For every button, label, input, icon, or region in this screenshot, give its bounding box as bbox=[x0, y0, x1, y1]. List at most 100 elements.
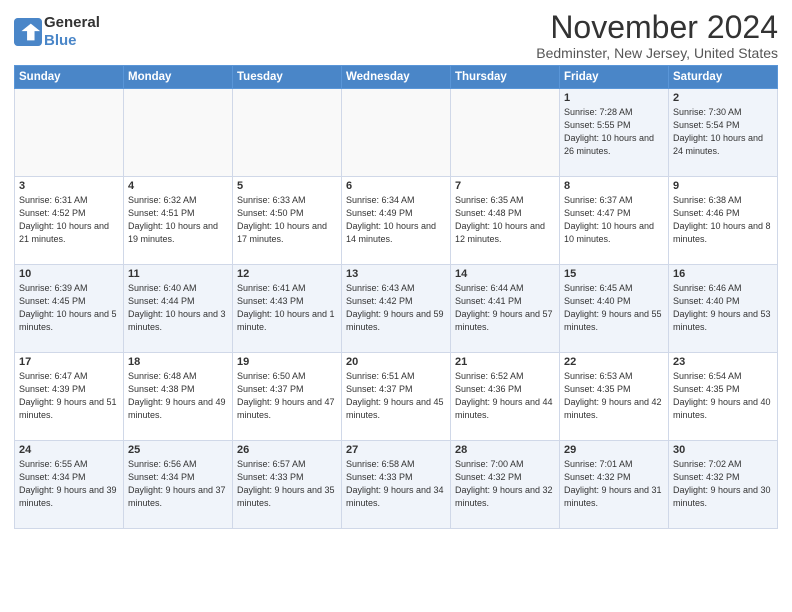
day-info: Sunrise: 6:54 AM Sunset: 4:35 PM Dayligh… bbox=[673, 370, 773, 422]
day-number: 28 bbox=[455, 444, 555, 456]
day-number: 21 bbox=[455, 356, 555, 368]
calendar-cell bbox=[233, 89, 342, 177]
day-number: 4 bbox=[128, 180, 228, 192]
day-info: Sunrise: 6:38 AM Sunset: 4:46 PM Dayligh… bbox=[673, 194, 773, 246]
calendar-cell: 17 Sunrise: 6:47 AM Sunset: 4:39 PM Dayli… bbox=[15, 353, 124, 441]
day-info: Sunrise: 6:46 AM Sunset: 4:40 PM Dayligh… bbox=[673, 282, 773, 334]
col-sunday: Sunday bbox=[15, 66, 124, 89]
day-number: 25 bbox=[128, 444, 228, 456]
day-info: Sunrise: 6:43 AM Sunset: 4:42 PM Dayligh… bbox=[346, 282, 446, 334]
day-info: Sunrise: 6:52 AM Sunset: 4:36 PM Dayligh… bbox=[455, 370, 555, 422]
calendar-cell: 4 Sunrise: 6:32 AM Sunset: 4:51 PM Daylig… bbox=[124, 177, 233, 265]
day-number: 12 bbox=[237, 268, 337, 280]
calendar-cell: 23 Sunrise: 6:54 AM Sunset: 4:35 PM Dayli… bbox=[669, 353, 778, 441]
day-info: Sunrise: 7:01 AM Sunset: 4:32 PM Dayligh… bbox=[564, 458, 664, 510]
day-info: Sunrise: 6:41 AM Sunset: 4:43 PM Dayligh… bbox=[237, 282, 337, 334]
day-number: 22 bbox=[564, 356, 664, 368]
calendar-header-row: Sunday Monday Tuesday Wednesday Thursday… bbox=[15, 66, 778, 89]
calendar-table: Sunday Monday Tuesday Wednesday Thursday… bbox=[14, 65, 778, 529]
day-info: Sunrise: 6:55 AM Sunset: 4:34 PM Dayligh… bbox=[19, 458, 119, 510]
day-info: Sunrise: 6:53 AM Sunset: 4:35 PM Dayligh… bbox=[564, 370, 664, 422]
calendar-week-2: 3Sunrise: 6:31 AM Sunset: 4:52 PM Daylig… bbox=[15, 177, 778, 265]
day-info: Sunrise: 6:40 AM Sunset: 4:44 PM Dayligh… bbox=[128, 282, 228, 334]
day-number: 19 bbox=[237, 356, 337, 368]
day-number: 1 bbox=[564, 92, 664, 104]
calendar-week-5: 24 Sunrise: 6:55 AM Sunset: 4:34 PM Dayli… bbox=[15, 441, 778, 529]
calendar-cell: 3Sunrise: 6:31 AM Sunset: 4:52 PM Daylig… bbox=[15, 177, 124, 265]
calendar-cell: 21 Sunrise: 6:52 AM Sunset: 4:36 PM Dayli… bbox=[451, 353, 560, 441]
calendar-cell: 19 Sunrise: 6:50 AM Sunset: 4:37 PM Dayli… bbox=[233, 353, 342, 441]
col-saturday: Saturday bbox=[669, 66, 778, 89]
calendar-cell: 27 Sunrise: 6:58 AM Sunset: 4:33 PM Dayli… bbox=[342, 441, 451, 529]
day-number: 29 bbox=[564, 444, 664, 456]
day-number: 30 bbox=[673, 444, 773, 456]
calendar-cell: 7 Sunrise: 6:35 AM Sunset: 4:48 PM Daylig… bbox=[451, 177, 560, 265]
day-number: 26 bbox=[237, 444, 337, 456]
day-number: 7 bbox=[455, 180, 555, 192]
day-number: 14 bbox=[455, 268, 555, 280]
day-number: 16 bbox=[673, 268, 773, 280]
calendar-cell: 20Sunrise: 6:51 AM Sunset: 4:37 PM Dayli… bbox=[342, 353, 451, 441]
calendar-cell: 22 Sunrise: 6:53 AM Sunset: 4:35 PM Dayli… bbox=[560, 353, 669, 441]
day-number: 15 bbox=[564, 268, 664, 280]
logo-text: General Blue bbox=[44, 14, 100, 50]
day-number: 9 bbox=[673, 180, 773, 192]
calendar-cell: 2Sunrise: 7:30 AM Sunset: 5:54 PM Daylig… bbox=[669, 89, 778, 177]
month-title: November 2024 bbox=[536, 10, 778, 45]
day-number: 2 bbox=[673, 92, 773, 104]
day-number: 8 bbox=[564, 180, 664, 192]
day-number: 23 bbox=[673, 356, 773, 368]
logo-icon bbox=[14, 18, 42, 46]
calendar-cell: 13 Sunrise: 6:43 AM Sunset: 4:42 PM Dayli… bbox=[342, 265, 451, 353]
day-info: Sunrise: 6:32 AM Sunset: 4:51 PM Dayligh… bbox=[128, 194, 228, 246]
day-number: 5 bbox=[237, 180, 337, 192]
calendar-cell: 16 Sunrise: 6:46 AM Sunset: 4:40 PM Dayli… bbox=[669, 265, 778, 353]
day-number: 17 bbox=[19, 356, 119, 368]
day-info: Sunrise: 7:28 AM Sunset: 5:55 PM Dayligh… bbox=[564, 106, 664, 158]
col-tuesday: Tuesday bbox=[233, 66, 342, 89]
header: General Blue November 2024 Bedminster, N… bbox=[14, 10, 778, 61]
day-number: 20 bbox=[346, 356, 446, 368]
day-info: Sunrise: 6:58 AM Sunset: 4:33 PM Dayligh… bbox=[346, 458, 446, 510]
calendar-week-3: 10 Sunrise: 6:39 AM Sunset: 4:45 PM Dayli… bbox=[15, 265, 778, 353]
calendar-cell: 14 Sunrise: 6:44 AM Sunset: 4:41 PM Dayli… bbox=[451, 265, 560, 353]
day-number: 27 bbox=[346, 444, 446, 456]
calendar-body: 1 Sunrise: 7:28 AM Sunset: 5:55 PM Daylig… bbox=[15, 89, 778, 529]
calendar-cell: 29 Sunrise: 7:01 AM Sunset: 4:32 PM Dayli… bbox=[560, 441, 669, 529]
calendar-cell: 8 Sunrise: 6:37 AM Sunset: 4:47 PM Daylig… bbox=[560, 177, 669, 265]
calendar-cell: 11 Sunrise: 6:40 AM Sunset: 4:44 PM Dayli… bbox=[124, 265, 233, 353]
day-number: 3 bbox=[19, 180, 119, 192]
day-number: 13 bbox=[346, 268, 446, 280]
day-info: Sunrise: 7:02 AM Sunset: 4:32 PM Dayligh… bbox=[673, 458, 773, 510]
calendar-cell: 24 Sunrise: 6:55 AM Sunset: 4:34 PM Dayli… bbox=[15, 441, 124, 529]
col-friday: Friday bbox=[560, 66, 669, 89]
calendar-cell: 26Sunrise: 6:57 AM Sunset: 4:33 PM Dayli… bbox=[233, 441, 342, 529]
day-info: Sunrise: 6:44 AM Sunset: 4:41 PM Dayligh… bbox=[455, 282, 555, 334]
calendar-week-4: 17 Sunrise: 6:47 AM Sunset: 4:39 PM Dayli… bbox=[15, 353, 778, 441]
day-info: Sunrise: 6:37 AM Sunset: 4:47 PM Dayligh… bbox=[564, 194, 664, 246]
day-number: 24 bbox=[19, 444, 119, 456]
calendar-cell: 10 Sunrise: 6:39 AM Sunset: 4:45 PM Dayli… bbox=[15, 265, 124, 353]
calendar-cell: 6 Sunrise: 6:34 AM Sunset: 4:49 PM Daylig… bbox=[342, 177, 451, 265]
title-block: November 2024 Bedminster, New Jersey, Un… bbox=[536, 10, 778, 61]
day-info: Sunrise: 6:33 AM Sunset: 4:50 PM Dayligh… bbox=[237, 194, 337, 246]
calendar-cell bbox=[15, 89, 124, 177]
logo: General Blue bbox=[14, 14, 100, 50]
day-info: Sunrise: 6:47 AM Sunset: 4:39 PM Dayligh… bbox=[19, 370, 119, 422]
day-info: Sunrise: 6:35 AM Sunset: 4:48 PM Dayligh… bbox=[455, 194, 555, 246]
day-info: Sunrise: 6:50 AM Sunset: 4:37 PM Dayligh… bbox=[237, 370, 337, 422]
day-number: 18 bbox=[128, 356, 228, 368]
day-info: Sunrise: 6:39 AM Sunset: 4:45 PM Dayligh… bbox=[19, 282, 119, 334]
day-number: 10 bbox=[19, 268, 119, 280]
day-number: 11 bbox=[128, 268, 228, 280]
calendar-cell: 25Sunrise: 6:56 AM Sunset: 4:34 PM Dayli… bbox=[124, 441, 233, 529]
calendar-cell: 15Sunrise: 6:45 AM Sunset: 4:40 PM Dayli… bbox=[560, 265, 669, 353]
day-number: 6 bbox=[346, 180, 446, 192]
calendar-cell bbox=[451, 89, 560, 177]
day-info: Sunrise: 6:48 AM Sunset: 4:38 PM Dayligh… bbox=[128, 370, 228, 422]
calendar-cell: 30 Sunrise: 7:02 AM Sunset: 4:32 PM Dayli… bbox=[669, 441, 778, 529]
calendar-cell bbox=[342, 89, 451, 177]
col-wednesday: Wednesday bbox=[342, 66, 451, 89]
calendar-week-1: 1 Sunrise: 7:28 AM Sunset: 5:55 PM Daylig… bbox=[15, 89, 778, 177]
day-info: Sunrise: 6:34 AM Sunset: 4:49 PM Dayligh… bbox=[346, 194, 446, 246]
